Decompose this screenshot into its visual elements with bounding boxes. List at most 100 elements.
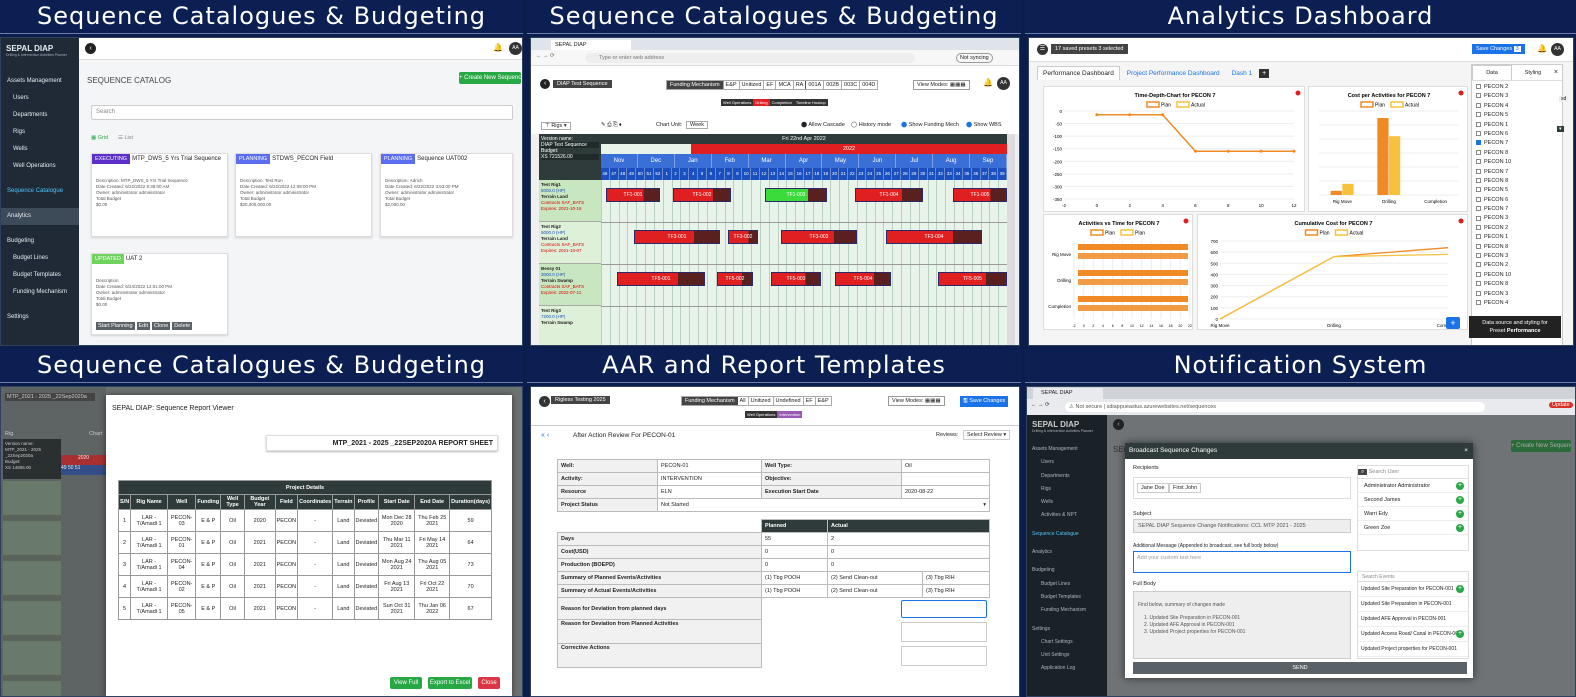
start-planning-button[interactable]: Start Planning xyxy=(96,322,135,330)
checkbox[interactable] xyxy=(1476,187,1481,193)
update-button[interactable]: Update xyxy=(1549,402,1573,408)
checkbox[interactable] xyxy=(1476,131,1481,136)
close-button[interactable]: Close xyxy=(478,677,500,689)
series-item[interactable]: PECON 10 xyxy=(1476,271,1558,280)
checkbox[interactable] xyxy=(1476,271,1481,277)
nav-item[interactable]: Funding Mechanism xyxy=(1027,604,1107,617)
nav-budgeting[interactable]: Budgeting xyxy=(1,233,79,250)
funding-option[interactable]: Unitized xyxy=(747,397,773,405)
funding-option[interactable]: EF xyxy=(802,397,815,405)
recipients-box[interactable]: Jane Doe First John xyxy=(1133,477,1351,499)
presets-select[interactable]: 17 saved presets 3 selected xyxy=(1051,44,1128,54)
nav-item[interactable]: Users xyxy=(1027,456,1107,469)
gantt-bar[interactable]: TF1-003 xyxy=(765,188,827,202)
series-item[interactable]: PECON 5 xyxy=(1476,186,1558,195)
checkbox[interactable] xyxy=(1476,253,1481,259)
nav-item[interactable]: Budget Templates xyxy=(1027,591,1107,604)
gantt-bar[interactable]: TF5-001 xyxy=(617,272,705,286)
metric-actual[interactable]: 2 xyxy=(827,532,990,546)
events-search-input[interactable]: Search Events xyxy=(1358,572,1468,582)
add-icon[interactable]: + xyxy=(1456,630,1464,638)
series-item[interactable]: PECON 6 xyxy=(1476,130,1558,139)
dropdown-caret[interactable]: ▾ xyxy=(1557,126,1564,132)
nav-item[interactable]: Departments xyxy=(1027,470,1107,483)
add-tab-button[interactable]: + xyxy=(1259,69,1270,78)
tab-data[interactable]: Data xyxy=(1472,65,1512,80)
series-item[interactable]: PECON 3 xyxy=(1476,92,1558,101)
checkbox[interactable] xyxy=(1476,215,1481,221)
address-input[interactable]: ⚠ Not secure | sdiappueastus.azurewebsit… xyxy=(1065,402,1485,412)
funding-option[interactable]: Unitized xyxy=(738,81,764,89)
funding-option[interactable]: Undefined xyxy=(772,397,803,405)
checkbox[interactable] xyxy=(1476,93,1481,99)
nav-item[interactable]: Analytics xyxy=(1027,546,1107,559)
metric-actual[interactable]: 0 xyxy=(827,545,990,559)
rig-row[interactable]: Bessy 01 3000.0 (HP) Terrain Swamp Contract… xyxy=(539,264,601,306)
tab-styling[interactable]: Styling xyxy=(1514,66,1552,80)
nav-well-operations[interactable]: Well Operations xyxy=(1,158,79,175)
gantt-bar[interactable]: TF1-005 xyxy=(953,188,1007,202)
sequence-card[interactable]: PLANNING STDWS_PECON Field Description: T… xyxy=(235,153,372,237)
create-sequence-button[interactable]: + Create New Sequence xyxy=(1511,440,1571,452)
checkbox[interactable] xyxy=(1476,140,1481,146)
nav-item[interactable]: Activities & NPT xyxy=(1027,509,1107,522)
close-icon[interactable]: × xyxy=(1554,69,1558,76)
save-changes-button[interactable]: 🖫 Save Changes xyxy=(960,396,1009,407)
nav-budget-templates[interactable]: Budget Templates xyxy=(1,267,79,284)
event-item[interactable]: Updated Project properties for PECON-001 xyxy=(1358,657,1468,658)
menu-icon[interactable]: ☰ xyxy=(1037,44,1048,55)
rig-row[interactable]: Test Rig1 5000.0 (HP) Terrain Land Contract… xyxy=(539,180,601,222)
checkbox[interactable] xyxy=(1476,290,1481,296)
clone-button[interactable]: Clone xyxy=(151,322,171,330)
toggle-history[interactable]: ◯ History mode xyxy=(851,122,891,128)
nav-sequence-catalogue[interactable]: Sequence Catalogue xyxy=(1,183,79,200)
add-icon[interactable]: + xyxy=(1456,585,1464,593)
close-icon[interactable]: × xyxy=(1464,443,1473,459)
series-item[interactable]: PECON 3 xyxy=(1476,214,1558,223)
reviews-select[interactable]: Select Review ▾ xyxy=(963,430,1011,440)
bell-icon[interactable]: 🔔 xyxy=(1537,44,1547,53)
nav-budget-lines[interactable]: Budget Lines xyxy=(1,250,79,267)
view-mode-icons[interactable]: ▦▦▦ xyxy=(925,398,941,404)
nav-item[interactable]: Budget Lines xyxy=(1027,578,1107,591)
checkbox[interactable] xyxy=(1476,196,1481,202)
user-item[interactable]: Warri Edy + xyxy=(1358,507,1468,521)
checkbox[interactable] xyxy=(1476,224,1481,230)
rig-filter[interactable]: ⊤ Rigs ▾ xyxy=(541,122,571,130)
reason-activities-input[interactable] xyxy=(901,621,987,642)
event-item[interactable]: Updated Site Preparation for PECON-001 + xyxy=(1358,582,1468,597)
toggle-funding[interactable]: ⬤ Show Funding Mech xyxy=(901,122,959,128)
gantt-bar[interactable]: TF1-002 xyxy=(673,188,731,202)
nav-settings[interactable]: Settings xyxy=(1,309,79,326)
series-item[interactable]: PECON 5 xyxy=(1476,111,1558,120)
back-icon[interactable]: ‹ xyxy=(1113,419,1124,430)
funding-option[interactable]: 001A xyxy=(805,81,823,89)
browser-tab[interactable]: SEPAL DIAP xyxy=(1033,388,1103,399)
add-icon[interactable]: + xyxy=(1456,510,1464,518)
view-full-button[interactable]: View Full xyxy=(390,677,422,689)
series-item[interactable]: PECON 2 xyxy=(1476,224,1558,233)
gantt-bar[interactable]: TF1-001 xyxy=(606,188,660,202)
create-sequence-button[interactable]: + Create New Sequence xyxy=(459,72,521,84)
series-item[interactable]: PECON 7 xyxy=(1476,205,1558,214)
series-item[interactable]: PECON 3 xyxy=(1476,252,1558,261)
save-changes-button[interactable]: Save Changes 3 xyxy=(1472,44,1525,54)
checkbox[interactable] xyxy=(1476,84,1481,90)
gantt-bar[interactable]: TF3-003 xyxy=(781,230,857,244)
series-item[interactable]: PECON 8 xyxy=(1476,149,1558,158)
reason-days-input[interactable] xyxy=(901,599,987,618)
user-item[interactable]: Second James + xyxy=(1358,493,1468,507)
recipient-chip[interactable]: Jane Doe xyxy=(1137,483,1169,493)
series-item[interactable]: PECON 4 xyxy=(1476,102,1558,111)
send-button[interactable]: SEND xyxy=(1133,662,1467,674)
series-item[interactable]: PECON 7 xyxy=(1476,139,1558,148)
sequence-card[interactable]: UPDATED UAT 2 Description Date Created: 6… xyxy=(91,253,228,335)
checkbox[interactable] xyxy=(1476,262,1481,268)
chart-unit-select[interactable]: Week xyxy=(686,121,708,129)
nav-item[interactable]: Settings xyxy=(1027,623,1107,636)
funding-option[interactable]: E&P xyxy=(722,81,739,89)
search-input[interactable]: Search xyxy=(91,105,513,120)
sequence-card[interactable]: EXECUTING MTP_DWS_5 Yrs Trial Sequence De… xyxy=(91,153,228,237)
avatar[interactable]: AA xyxy=(509,42,522,55)
funding-option[interactable]: All xyxy=(738,397,748,405)
